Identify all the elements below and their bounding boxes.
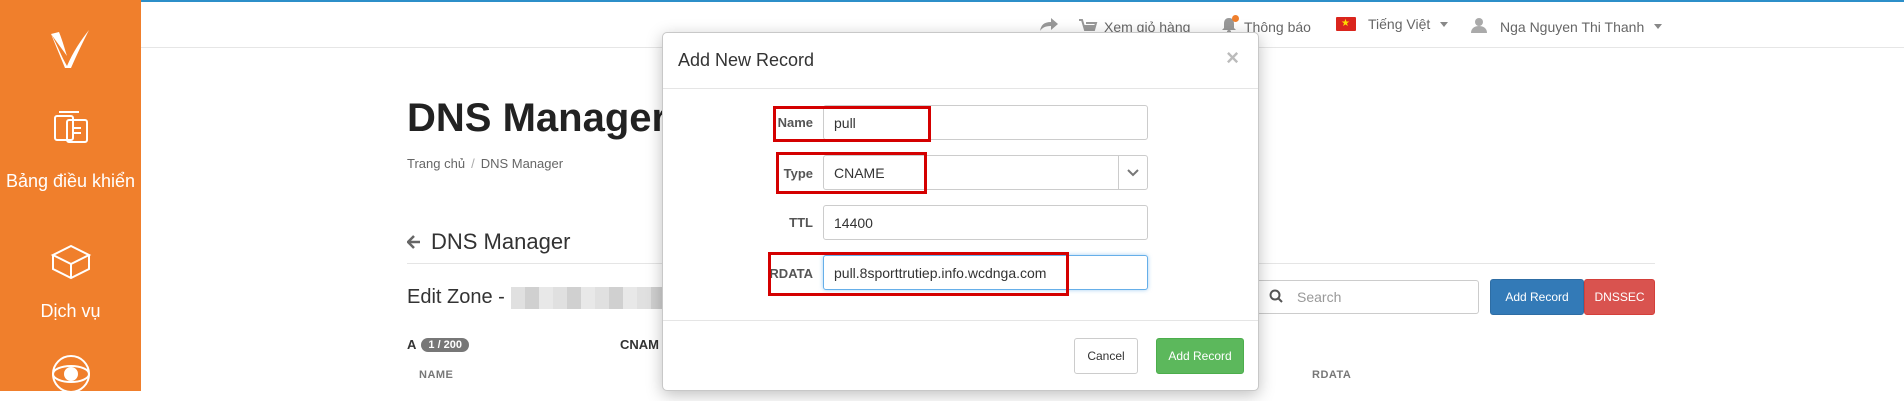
- chevron-down-icon: [1654, 24, 1663, 29]
- breadcrumb-home-link[interactable]: Trang chủ: [407, 156, 465, 171]
- back-arrow-icon[interactable]: [406, 229, 421, 255]
- chevron-down-icon: [1118, 156, 1147, 189]
- user-name: Nga Nguyen Thi Thanh: [1500, 18, 1645, 35]
- page-title: DNS Manager: [407, 96, 668, 140]
- add-record-button[interactable]: Add Record: [1490, 279, 1584, 315]
- column-header-name: NAME: [419, 369, 454, 381]
- ttl-field[interactable]: 14400: [823, 205, 1148, 240]
- services-box-icon: [0, 242, 141, 287]
- sidebar-item-label: Dịch vụ: [40, 301, 101, 321]
- zone-name-redacted: [510, 286, 671, 309]
- globe-icon: [0, 352, 141, 401]
- sidebar-item-dashboard[interactable]: Bảng điều khiển: [0, 106, 141, 193]
- search-icon: [1269, 289, 1283, 306]
- modal-footer-divider: [663, 320, 1258, 321]
- breadcrumb-current: DNS Manager: [480, 156, 564, 171]
- edit-zone-heading: Edit Zone -: [407, 286, 671, 309]
- add-record-submit-button[interactable]: Add Record: [1156, 338, 1244, 374]
- cancel-button[interactable]: Cancel: [1074, 338, 1138, 374]
- record-type-label: A: [407, 337, 417, 352]
- cname-record-label: CNAM: [620, 337, 659, 352]
- section-title: DNS Manager: [431, 229, 571, 254]
- dnssec-button[interactable]: DNSSEC: [1584, 279, 1655, 315]
- column-header-rdata: RDATA: [1312, 369, 1352, 381]
- a-record-count: A 1 / 200: [407, 337, 470, 352]
- highlight-box-type: [776, 152, 927, 194]
- user-avatar-icon: [1470, 16, 1488, 37]
- sidebar-item-domains[interactable]: [0, 352, 141, 401]
- user-menu-dropdown[interactable]: Nga Nguyen Thi Thanh: [1470, 16, 1663, 37]
- sidebar-item-label: Bảng điều khiển: [5, 171, 136, 191]
- sidebar-item-services[interactable]: Dịch vụ: [0, 242, 141, 323]
- ttl-field-label: TTL: [789, 215, 813, 230]
- modal-title: Add New Record: [678, 50, 815, 70]
- search-placeholder: Search: [1297, 289, 1342, 305]
- language-label: Tiếng Việt: [1368, 16, 1431, 32]
- modal-header: Add New Record ×: [663, 33, 1258, 89]
- highlight-box-rdata: [768, 252, 1069, 296]
- close-icon[interactable]: ×: [1226, 47, 1239, 69]
- chevron-down-icon: [1440, 21, 1449, 27]
- search-input[interactable]: Search: [1256, 280, 1479, 314]
- language-dropdown[interactable]: Tiếng Việt: [1336, 16, 1449, 32]
- breadcrumb: Trang chủ / DNS Manager: [407, 156, 564, 171]
- brand-logo-icon[interactable]: [47, 26, 93, 72]
- add-record-modal: Add New Record × Name pull Type CNAME TT…: [662, 32, 1259, 391]
- ttl-field-value: 14400: [834, 214, 873, 231]
- edit-zone-label: Edit Zone -: [407, 286, 505, 308]
- notification-dot: [1232, 15, 1239, 22]
- sidebar: Bảng điều khiển Dịch vụ: [0, 0, 141, 393]
- highlight-box-name: [773, 106, 931, 142]
- dashboard-icon: [0, 106, 141, 155]
- section-header: DNS Manager: [406, 229, 571, 255]
- count-badge: 1 / 200: [421, 337, 470, 352]
- vietnam-flag-icon: [1336, 17, 1356, 31]
